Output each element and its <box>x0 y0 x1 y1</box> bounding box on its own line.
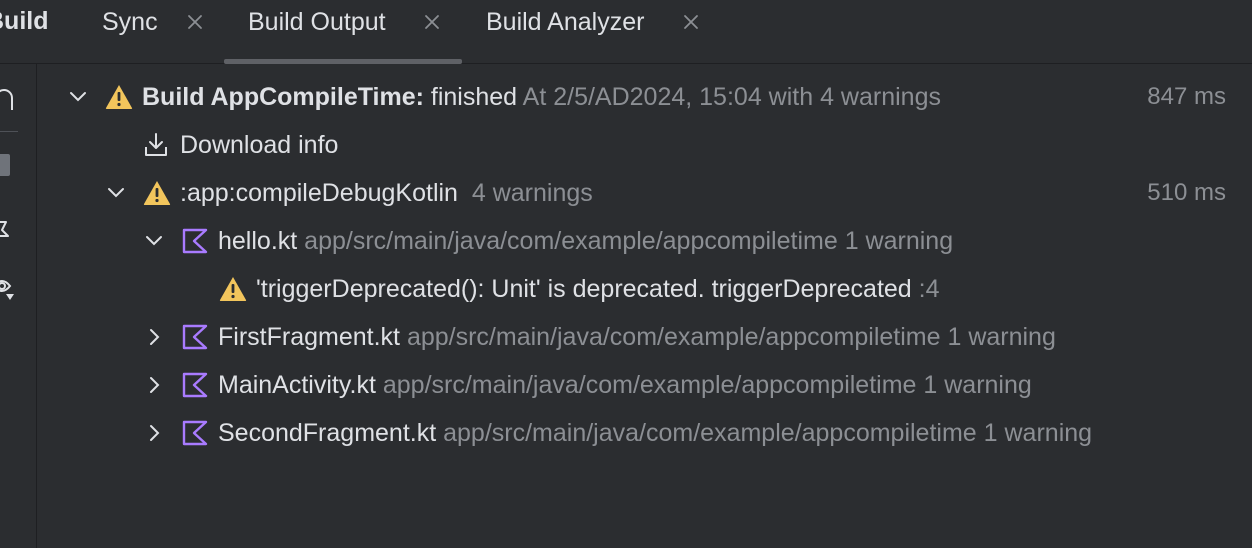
warning-icon <box>143 180 171 206</box>
download-icon <box>144 132 172 158</box>
warning-icon <box>219 276 247 302</box>
tree-row-file-hello[interactable]: hello.kt app/src/main/java/com/example/a… <box>38 217 1252 265</box>
build-root-title: Build AppCompileTime: finished At 2/5/AD… <box>142 83 941 112</box>
task-name: :app:compileDebugKotlin <box>180 179 458 207</box>
chevron-down-icon[interactable] <box>144 231 164 251</box>
chevron-right-icon[interactable] <box>144 423 164 443</box>
file-warning-count: 1 warning <box>947 323 1056 351</box>
download-info-label: Download info <box>180 131 339 159</box>
file-name: FirstFragment.kt <box>218 323 400 351</box>
file-path: app/src/main/java/com/example/appcompile… <box>406 323 941 351</box>
file-name: SecondFragment.kt <box>218 419 437 447</box>
file-path: app/src/main/java/com/example/appcompile… <box>382 371 917 399</box>
tree-row-build-root[interactable]: Build AppCompileTime: finished At 2/5/AD… <box>38 73 1252 121</box>
tab-build-analyzer-close-icon[interactable] <box>681 12 701 32</box>
file-path: app/src/main/java/com/example/appcompile… <box>443 419 977 447</box>
restart-build-icon[interactable] <box>0 84 18 114</box>
warning-message: 'triggerDeprecated(): Unit' is deprecate… <box>256 275 940 304</box>
tab-sync-label: Sync <box>102 8 158 36</box>
tab-sync-close-icon[interactable] <box>185 12 205 32</box>
tab-build-output[interactable]: Build Output <box>224 0 462 64</box>
tree-row-file-secondfragment[interactable]: SecondFragment.kt app/src/main/java/com/… <box>38 409 1252 457</box>
build-root-status: finished <box>430 83 518 111</box>
file-entry: MainActivity.kt app/src/main/java/com/ex… <box>218 371 1032 400</box>
file-entry: FirstFragment.kt app/src/main/java/com/e… <box>218 323 1056 352</box>
tab-build-analyzer-label: Build Analyzer <box>486 8 645 36</box>
chevron-down-icon[interactable] <box>106 183 126 203</box>
file-warning-count: 1 warning <box>844 227 954 255</box>
tree-row-file-firstfragment[interactable]: FirstFragment.kt app/src/main/java/com/e… <box>38 313 1252 361</box>
toolbar-separator <box>0 131 18 132</box>
task-duration: 510 ms <box>1147 179 1226 206</box>
tab-sync[interactable]: Sync <box>102 0 212 63</box>
tree-row-download-info[interactable]: Download info <box>38 121 1252 169</box>
eye-filter-icon[interactable] <box>0 272 18 302</box>
tree-row-task[interactable]: :app:compileDebugKotlin 4 warnings 510 m… <box>38 169 1252 217</box>
warning-icon <box>105 84 133 110</box>
file-entry: SecondFragment.kt app/src/main/java/com/… <box>218 419 1092 448</box>
file-warning-count: 1 warning <box>983 419 1093 447</box>
stop-icon[interactable] <box>0 151 18 181</box>
tree-row-warning-message[interactable]: 'triggerDeprecated(): Unit' is deprecate… <box>38 265 1252 313</box>
build-toolbar <box>0 64 37 548</box>
task-summary: 4 warnings <box>471 179 593 207</box>
tab-build-output-label: Build Output <box>248 8 386 36</box>
chevron-down-icon[interactable] <box>68 87 88 107</box>
kotlin-file-icon <box>182 420 210 446</box>
chevron-right-icon[interactable] <box>144 375 164 395</box>
tool-window-title: Build <box>0 7 49 35</box>
chevron-right-icon[interactable] <box>144 327 164 347</box>
file-warning-count: 1 warning <box>923 371 1032 399</box>
file-name: hello.kt <box>218 227 298 255</box>
kotlin-file-icon <box>182 372 210 398</box>
tab-build-output-close-icon[interactable] <box>422 12 442 32</box>
kotlin-file-icon <box>182 324 210 350</box>
file-path: app/src/main/java/com/example/appcompile… <box>304 227 838 255</box>
tab-build-analyzer[interactable]: Build Analyzer <box>486 0 716 63</box>
tree-row-file-mainactivity[interactable]: MainActivity.kt app/src/main/java/com/ex… <box>38 361 1252 409</box>
file-entry: hello.kt app/src/main/java/com/example/a… <box>218 227 953 256</box>
warning-message-text: 'triggerDeprecated(): Unit' is deprecate… <box>256 275 912 303</box>
pin-icon[interactable] <box>0 214 18 244</box>
task-title: :app:compileDebugKotlin 4 warnings <box>180 179 593 208</box>
build-root-duration: 847 ms <box>1147 83 1226 110</box>
kotlin-file-icon <box>182 228 210 254</box>
tool-window-header: Build Sync Build Output Build Analyzer <box>0 0 1252 64</box>
build-root-prefix: Build AppCompileTime: <box>142 83 424 111</box>
build-root-details: At 2/5/AD2024, 15:04 with 4 warnings <box>522 83 941 111</box>
file-name: MainActivity.kt <box>218 371 376 399</box>
warning-line-number: :4 <box>918 275 940 303</box>
build-output-tree: Build AppCompileTime: finished At 2/5/AD… <box>38 64 1252 548</box>
